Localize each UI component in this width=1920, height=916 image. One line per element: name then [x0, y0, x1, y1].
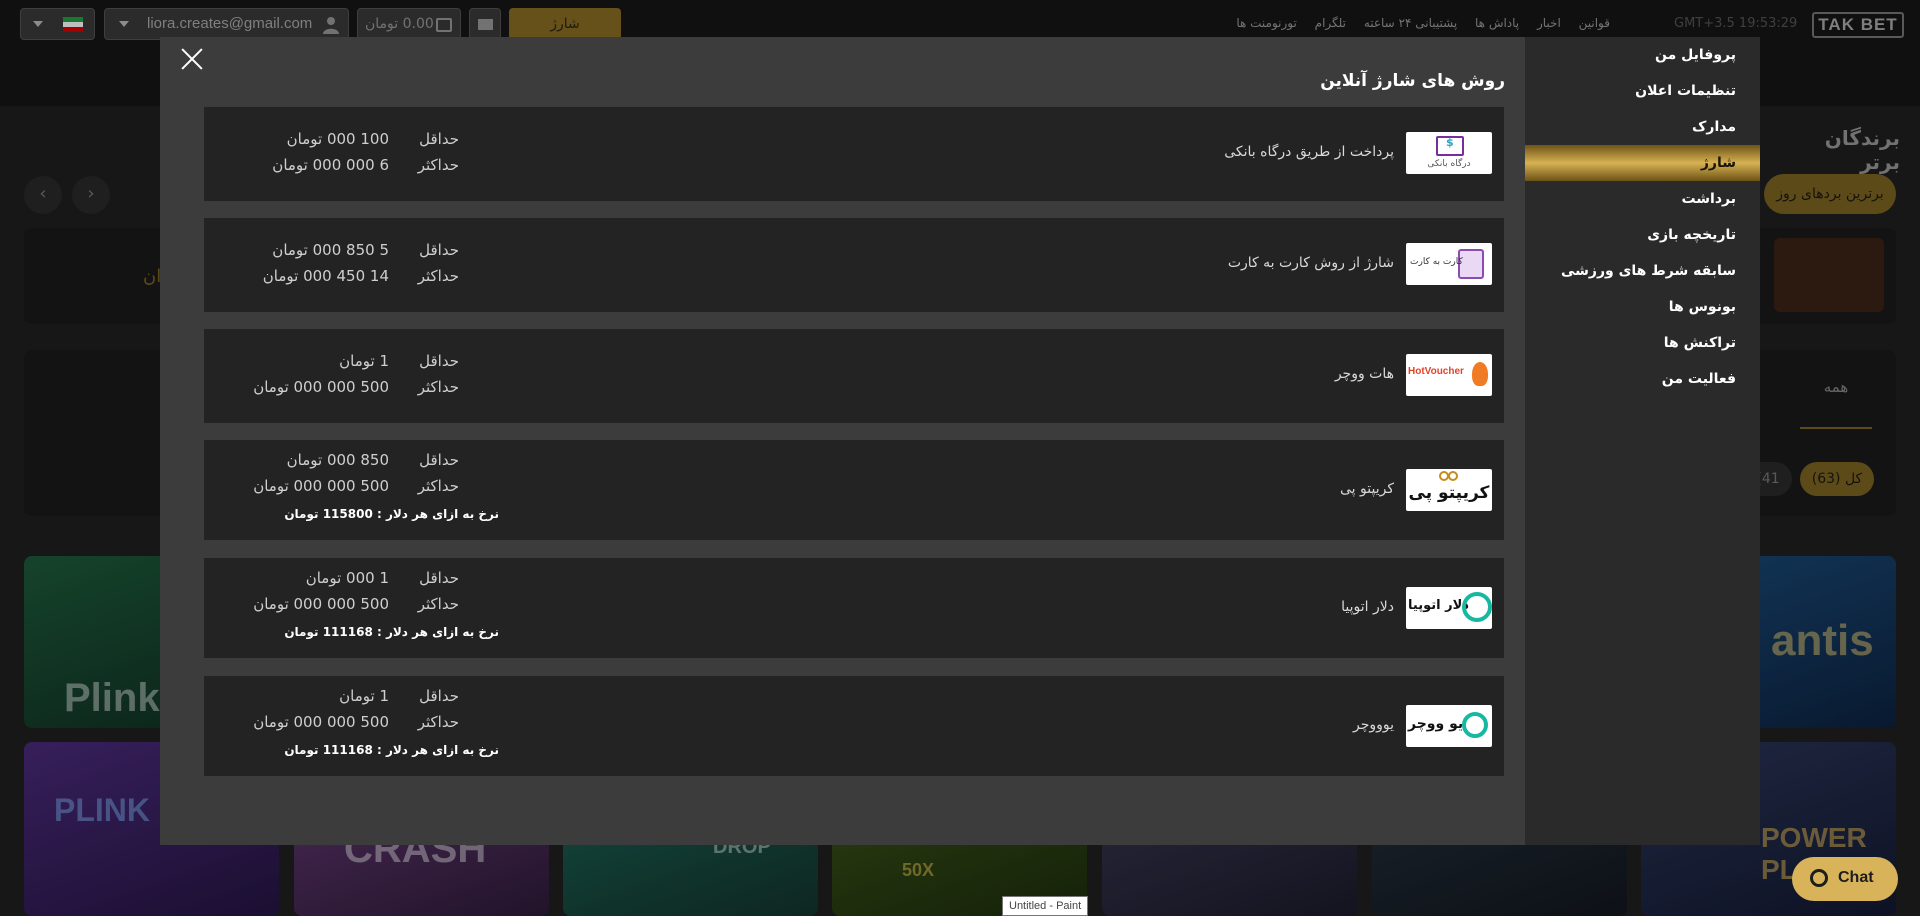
- exchange-rate: نرخ به ازای هر دلار : 111168 تومان: [284, 625, 499, 639]
- flame-icon: [1472, 362, 1488, 386]
- sidebar-item-transactions[interactable]: تراکنش ها: [1525, 325, 1760, 361]
- utopia-emblem-icon: [1462, 592, 1492, 622]
- method-min: حداقل 100 000 تومان: [286, 130, 459, 148]
- sidebar-item-profile[interactable]: پروفایل من: [1525, 37, 1760, 73]
- method-name: دلار اتوپیا: [1341, 599, 1394, 615]
- method-name: یوووچر: [1352, 717, 1394, 733]
- method-name: شارژ از روش کارت به کارت: [1227, 255, 1394, 271]
- payment-method-card[interactable]: HotVoucher هات ووچر حداقل 1 تومان حداکثر…: [204, 329, 1504, 423]
- method-min: حداقل 5 850 000 تومان: [272, 241, 459, 259]
- utopia-dollar-logo: دلار اتوپیا: [1406, 587, 1492, 629]
- method-max: حداکثر 500 000 000 تومان: [253, 713, 459, 731]
- method-min: حداقل 1 تومان: [339, 352, 459, 370]
- method-name: هات ووچر: [1334, 366, 1394, 382]
- bank-gateway-logo: $ درگاه بانکی: [1406, 132, 1492, 174]
- charge-content: روش های شارژ آنلاین $ درگاه بانکی پرداخت…: [160, 37, 1525, 845]
- method-max: حداکثر 6 000 000 تومان: [272, 156, 459, 174]
- crypto-pay-logo: کریپتو پی: [1406, 469, 1492, 511]
- sidebar-item-bonuses[interactable]: بونوس ها: [1525, 289, 1760, 325]
- exchange-rate: نرخ به ازای هر دلار : 111168 تومان: [284, 743, 499, 757]
- payment-method-card[interactable]: کارت به کارت شارژ از روش کارت به کارت حد…: [204, 218, 1504, 312]
- sidebar-item-withdraw[interactable]: برداشت: [1525, 181, 1760, 217]
- method-max: حداکثر 500 000 000 تومان: [253, 595, 459, 613]
- chat-bubble-icon: [1810, 869, 1828, 887]
- payment-method-card[interactable]: دلار اتوپیا دلار اتوپیا حداقل 1 000 توما…: [204, 558, 1504, 658]
- card-to-card-logo: کارت به کارت: [1406, 243, 1492, 285]
- method-min: حداقل 1 000 تومان: [305, 569, 459, 587]
- method-max: حداکثر 500 000 000 تومان: [253, 477, 459, 495]
- payment-method-card[interactable]: $ درگاه بانکی پرداخت از طریق درگاه بانکی…: [204, 107, 1504, 201]
- payment-method-card[interactable]: کریپتو پی کریپتو پی حداقل 850 000 تومان …: [204, 440, 1504, 540]
- sidebar-item-documents[interactable]: مدارک: [1525, 109, 1760, 145]
- method-name: کریپتو پی: [1340, 481, 1394, 497]
- payment-method-card[interactable]: یو ووچر یوووچر حداقل 1 تومان حداکثر 500 …: [204, 676, 1504, 776]
- account-modal: پروفایل من تنظیمات اعلان مدارک شارژ بردا…: [160, 37, 1760, 845]
- sidebar-item-sports-bets[interactable]: سابقه شرط های ورزشی: [1525, 253, 1760, 289]
- sidebar-item-game-history[interactable]: تاریخچه بازی: [1525, 217, 1760, 253]
- sidebar-item-my-activity[interactable]: فعالیت من: [1525, 361, 1760, 397]
- sidebar-item-charge[interactable]: شارژ: [1525, 145, 1760, 181]
- method-name: پرداخت از طریق درگاه بانکی: [1224, 144, 1394, 160]
- method-max: حداکثر 14 450 000 تومان: [262, 267, 459, 285]
- chat-button[interactable]: Chat: [1792, 857, 1898, 901]
- taskbar-tooltip: Untitled - Paint: [1002, 896, 1089, 916]
- sidebar-item-notification-settings[interactable]: تنظیمات اعلان: [1525, 73, 1760, 109]
- youvoucher-logo: یو ووچر: [1406, 705, 1492, 747]
- method-min: حداقل 1 تومان: [339, 687, 459, 705]
- account-sidebar: پروفایل من تنظیمات اعلان مدارک شارژ بردا…: [1525, 37, 1760, 845]
- hot-voucher-logo: HotVoucher: [1406, 354, 1492, 396]
- method-min: حداقل 850 000 تومان: [286, 451, 459, 469]
- method-max: حداکثر 500 000 000 تومان: [253, 378, 459, 396]
- close-button[interactable]: [180, 47, 204, 71]
- youvoucher-emblem-icon: [1462, 712, 1488, 738]
- exchange-rate: نرخ به ازای هر دلار : 115800 تومان: [284, 507, 499, 521]
- page-title: روش های شارژ آنلاین: [1320, 71, 1505, 91]
